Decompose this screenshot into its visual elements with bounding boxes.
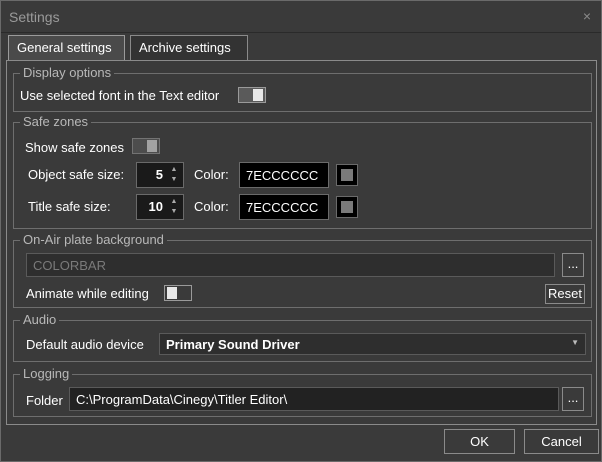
close-icon[interactable]: × — [579, 8, 595, 24]
logging-label: Logging — [20, 365, 73, 383]
chevron-down-icon[interactable]: ▼ — [571, 338, 579, 347]
logging-group: Logging Folder C:\ProgramData\Cinegy\Tit… — [13, 365, 592, 417]
onair-label: On-Air plate background — [20, 231, 167, 249]
use-font-toggle[interactable] — [238, 87, 266, 103]
use-font-label: Use selected font in the Text editor — [20, 88, 220, 103]
spin-arrows-icon[interactable]: ▲ ▼ — [169, 165, 179, 185]
cancel-button[interactable]: Cancel — [524, 429, 599, 454]
toggle-knob — [167, 287, 177, 299]
title-color-label: Color: — [194, 199, 229, 214]
tab-archive-settings[interactable]: Archive settings — [130, 35, 248, 61]
display-options-group: Display options Use selected font in the… — [13, 64, 592, 112]
audio-device-label: Default audio device — [26, 337, 144, 352]
folder-browse-button[interactable]: ... — [562, 387, 584, 411]
onair-group: On-Air plate background COLORBAR ... Ani… — [13, 231, 592, 308]
show-safe-zones-toggle[interactable] — [132, 138, 160, 154]
color-swatch-icon — [341, 169, 353, 181]
settings-window: Settings × General settings Archive sett… — [0, 0, 602, 462]
ok-button[interactable]: OK — [444, 429, 515, 454]
window-title: Settings — [9, 9, 60, 25]
audio-device-select[interactable]: Primary Sound Driver ▼ — [159, 333, 586, 355]
dialog-footer: OK Cancel — [1, 425, 601, 461]
title-color-field[interactable]: 7ECCCCCC — [239, 194, 329, 220]
background-input[interactable]: COLORBAR — [26, 253, 555, 277]
safe-zones-label: Safe zones — [20, 113, 92, 131]
object-color-field[interactable]: 7ECCCCCC — [239, 162, 329, 188]
folder-input[interactable]: C:\ProgramData\Cinegy\Titler Editor\ — [69, 387, 559, 411]
show-safe-zones-label: Show safe zones — [25, 140, 125, 155]
title-safe-size-stepper[interactable]: 10 ▲ ▼ — [136, 194, 184, 220]
general-settings-panel: Display options Use selected font in the… — [6, 60, 597, 425]
tab-general-settings[interactable]: General settings — [8, 35, 125, 61]
title-bar[interactable]: Settings × — [1, 1, 601, 33]
display-options-label: Display options — [20, 64, 115, 82]
object-color-swatch[interactable] — [336, 164, 358, 186]
title-safe-size-label: Title safe size: — [28, 199, 111, 214]
toggle-knob — [147, 140, 157, 152]
title-safe-size-value: 10 — [148, 199, 163, 214]
audio-device-value: Primary Sound Driver — [166, 337, 300, 352]
object-safe-size-label: Object safe size: — [28, 167, 125, 182]
safe-zones-group: Safe zones Show safe zones Object safe s… — [13, 113, 592, 229]
object-safe-size-stepper[interactable]: 5 ▲ ▼ — [136, 162, 184, 188]
spin-arrows-icon[interactable]: ▲ ▼ — [169, 197, 179, 217]
audio-label: Audio — [20, 311, 60, 329]
animate-editing-toggle[interactable] — [164, 285, 192, 301]
background-browse-button[interactable]: ... — [562, 253, 584, 277]
object-safe-size-value: 5 — [155, 167, 163, 182]
folder-label: Folder — [26, 393, 63, 408]
object-color-label: Color: — [194, 167, 229, 182]
color-swatch-icon — [341, 201, 353, 213]
toggle-knob — [253, 89, 263, 101]
audio-group: Audio Default audio device Primary Sound… — [13, 311, 592, 362]
title-color-swatch[interactable] — [336, 196, 358, 218]
reset-button[interactable]: Reset — [545, 284, 585, 304]
animate-editing-label: Animate while editing — [26, 286, 149, 301]
